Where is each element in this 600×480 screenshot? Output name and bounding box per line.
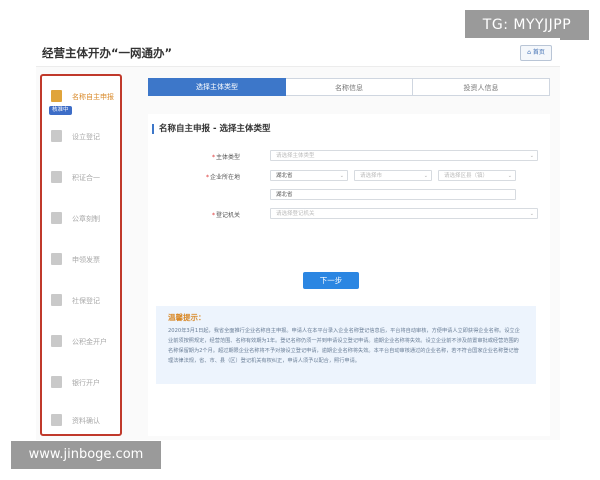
panel-title: 名称自主申报 - 选择主体类型 [152,124,270,134]
step-investor-info: 投资人信息 [412,78,550,96]
sidebar-item-invoice[interactable]: 申领发票 [42,245,120,275]
location-detail-input[interactable]: 湖北省 [270,189,516,200]
city-select[interactable]: 请选择市 ⌄ [354,170,432,181]
watermark-top: TG: MYYJJPP [465,10,589,40]
sidebar-item-seal[interactable]: 公章刻制 [42,204,120,234]
sidebar-item-social-security[interactable]: 社保登记 [42,286,120,316]
sidebar: 名称自主申报 核准中 设立登记 积证合一 公章刻制 申领发票 社保登记 公积金开… [40,74,122,436]
watermark-bottom: www.jinboge.com [11,441,161,469]
step-select-type: 选择主体类型 [148,78,286,96]
document-icon [51,414,62,426]
entity-type-label: *主体类型 [211,154,240,161]
registration-icon [51,130,62,142]
entity-type-select[interactable]: 请选择主体类型 ⌄ [270,150,538,161]
authority-select[interactable]: 请选择登记机关 ⌄ [270,208,538,219]
page-title: 经营主体开办“一网通办” [42,46,173,60]
chevron-down-icon: ⌄ [423,173,428,179]
bank-icon [51,376,62,388]
sidebar-item-label: 银行开户 [72,379,100,387]
sidebar-item-label: 名称自主申报 [72,93,114,101]
district-select[interactable]: 请选择区县（镇） ⌄ [438,170,516,181]
seal-icon [51,212,62,224]
sidebar-item-label: 设立登记 [72,133,100,141]
sidebar-item-label: 公积金开户 [72,338,107,346]
chevron-down-icon: ⌄ [529,211,534,217]
certificate-icon [51,171,62,183]
tips-body: 2020年3月1日起，我省全面推行企业名称自主申报。申请人在本平台录入企业名称登… [168,328,520,364]
step-progress: 选择主体类型 名称信息 投资人信息 [148,78,550,96]
chevron-down-icon: ⌄ [529,153,534,159]
home-button[interactable]: ⌂ 首页 [520,45,552,61]
sidebar-item-registration[interactable]: 设立登记 [42,122,120,152]
next-button[interactable]: 下一步 [303,272,359,289]
title-bar: 经营主体开办“一网通办” ⌂ 首页 [36,38,560,67]
tips-title: 温馨提示： [168,313,206,322]
step-name-info: 名称信息 [286,78,412,96]
sidebar-item-housing-fund[interactable]: 公积金开户 [42,327,120,357]
invoice-icon [51,253,62,265]
status-badge: 核准中 [49,106,72,115]
home-label: 首页 [532,49,545,56]
sidebar-item-document[interactable]: 资料确认 [42,406,120,436]
province-select[interactable]: 湖北省 ⌄ [270,170,348,181]
sidebar-item-label: 申领发票 [72,256,100,264]
location-label: *企业所在地 [205,174,240,181]
home-icon: ⌂ [527,49,531,56]
sidebar-item-label: 资料确认 [72,417,100,425]
app-window: 经营主体开办“一网通办” ⌂ 首页 名称自主申报 核准中 设立登记 积证合一 公章… [36,38,560,440]
sidebar-item-label: 公章刻制 [72,215,100,223]
name-report-icon [51,90,62,102]
sidebar-item-label: 社保登记 [72,297,100,305]
housing-fund-icon [51,335,62,347]
chevron-down-icon: ⌄ [507,173,512,179]
sidebar-item-label: 积证合一 [72,174,100,182]
authority-label: *登记机关 [211,212,240,219]
main-panel: 名称自主申报 - 选择主体类型 *主体类型 请选择主体类型 ⌄ *企业所在地 湖北… [148,114,550,436]
chevron-down-icon: ⌄ [339,173,344,179]
social-security-icon [51,294,62,306]
tips-box: 温馨提示： 2020年3月1日起，我省全面推行企业名称自主申报。申请人在本平台录… [156,306,536,384]
sidebar-item-bank[interactable]: 银行开户 [42,368,120,398]
sidebar-item-certificate[interactable]: 积证合一 [42,163,120,193]
